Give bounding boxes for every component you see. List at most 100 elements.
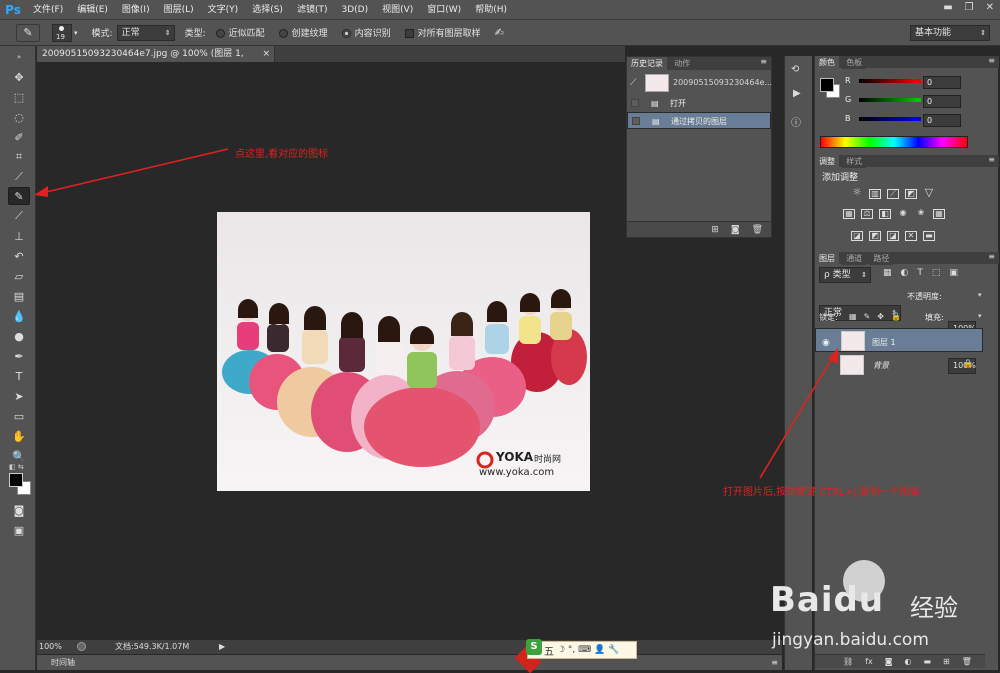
menu-file[interactable]: 文件(F) <box>26 0 70 20</box>
pixel-filter-icon[interactable]: ▦ <box>883 268 892 278</box>
lock-all-icon[interactable]: 🔒 <box>891 312 901 321</box>
menu-view[interactable]: 视图(V) <box>375 0 420 20</box>
info-panel-icon[interactable]: ⓘ <box>791 114 801 129</box>
tab-channels[interactable]: 通道 <box>842 252 867 265</box>
tab-styles[interactable]: 样式 <box>842 155 867 168</box>
tab-adjustments[interactable]: 调整 <box>815 155 839 168</box>
tab-layers[interactable]: 图层 <box>815 252 839 265</box>
mode-select[interactable]: 正常 ⇕ <box>116 24 175 41</box>
close-icon[interactable]: ✕ <box>986 2 994 13</box>
lasso-tool-icon[interactable]: ◌ <box>8 108 30 126</box>
menu-edit[interactable]: 编辑(E) <box>70 0 115 20</box>
black-white-icon[interactable]: ◧ <box>879 209 891 219</box>
ime-toolbar[interactable]: S 五 ☽ °, ⌨ 👤 🔧 <box>526 639 637 659</box>
trash-icon[interactable]: 🗑 <box>752 222 763 237</box>
crop-tool-icon[interactable]: ⌗ <box>8 148 30 166</box>
smart-filter-icon[interactable]: ▣ <box>949 268 958 278</box>
ime-symbols[interactable]: ☽ °, ⌨ 👤 🔧 <box>557 645 619 655</box>
menu-select[interactable]: 选择(S) <box>245 0 290 20</box>
sample-all-layers-checkbox[interactable]: 对所有图层取样 <box>404 26 481 39</box>
r-value[interactable]: 0 <box>923 76 961 89</box>
vibrance-icon[interactable]: ▽ <box>923 187 935 199</box>
levels-icon[interactable]: ▥ <box>869 189 881 199</box>
eyedropper-tool-icon[interactable]: ⟋ <box>8 168 30 186</box>
lock-transparent-icon[interactable]: ▦ <box>849 312 857 321</box>
document-image[interactable]: YOKA 时尚网 www.yoka.com <box>217 212 590 491</box>
posterize-icon[interactable]: ◩ <box>869 231 881 241</box>
exposure-icon[interactable]: ◩ <box>905 189 917 199</box>
collapse-icon[interactable]: » <box>8 52 30 62</box>
hue-saturation-icon[interactable]: ▦ <box>843 209 855 219</box>
screen-mode-icon[interactable]: ▣ <box>8 521 30 539</box>
eraser-tool-icon[interactable]: ▱ <box>8 267 30 285</box>
tab-paths[interactable]: 路径 <box>869 252 894 265</box>
quick-mask-icon[interactable]: ◙ <box>8 501 30 519</box>
shape-tool-icon[interactable]: ▭ <box>8 407 30 425</box>
radio-texture[interactable]: 创建纹理 <box>278 26 328 39</box>
photo-filter-icon[interactable]: ◉ <box>897 209 909 219</box>
gradient-tool-icon[interactable]: ▤ <box>8 287 30 305</box>
history-row[interactable]: ▤ 通过拷贝的图层 <box>627 112 771 129</box>
tab-history[interactable]: 历史记录 <box>627 57 667 70</box>
radio-content-aware[interactable]: 内容识别 <box>341 26 391 39</box>
move-tool-icon[interactable]: ✥ <box>8 68 30 86</box>
radio-proximity[interactable]: 近似匹配 <box>215 26 265 39</box>
foreground-color-swatch[interactable] <box>820 78 834 92</box>
history-row[interactable]: ▤ 打开 <box>627 95 771 112</box>
curves-icon[interactable]: ⟋ <box>887 189 899 199</box>
tab-color[interactable]: 颜色 <box>815 56 839 69</box>
menu-type[interactable]: 文字(Y) <box>201 0 246 20</box>
pen-tool-icon[interactable]: ✒ <box>8 347 30 365</box>
blur-tool-icon[interactable]: 💧 <box>8 307 30 325</box>
g-value[interactable]: 0 <box>923 95 961 108</box>
r-slider[interactable] <box>859 79 921 83</box>
spot-healing-brush-tool-icon[interactable]: ✎ <box>8 187 30 205</box>
actions-panel-icon[interactable]: ▶ <box>793 88 801 99</box>
default-colors-icon[interactable]: ◧ ⇆ <box>9 463 24 471</box>
document-tab[interactable]: 20090515093230464e7.jpg @ 100% (图层 1, RG… <box>37 46 275 75</box>
status-info-icon[interactable] <box>77 642 86 651</box>
new-document-icon[interactable]: ⊞ <box>711 222 719 237</box>
selective-color-icon[interactable]: ✕ <box>905 231 917 241</box>
panel-menu-icon[interactable]: ≡ <box>988 56 995 65</box>
brightness-icon[interactable]: ☼ <box>851 188 863 199</box>
camera-icon[interactable]: ◙ <box>731 222 740 237</box>
type-filter-icon[interactable]: T <box>917 268 923 278</box>
opacity-dropdown-icon[interactable]: ▾ <box>978 291 982 299</box>
shape-filter-icon[interactable]: ⬚ <box>932 268 941 278</box>
menu-help[interactable]: 帮助(H) <box>468 0 514 20</box>
layer-filter-select[interactable]: ρ 类型 ⇕ <box>819 267 871 283</box>
ime-mode[interactable]: 五 <box>544 643 554 658</box>
menu-3d[interactable]: 3D(D) <box>334 0 375 20</box>
menu-window[interactable]: 窗口(W) <box>420 0 468 20</box>
foreground-color-swatch[interactable] <box>9 473 23 487</box>
color-spectrum[interactable] <box>820 136 968 148</box>
layer-row[interactable]: ◉ 图层 1 <box>815 328 983 352</box>
b-slider[interactable] <box>859 117 921 121</box>
layer-row[interactable]: 背景 🔒 <box>815 353 983 377</box>
tool-preset-picker[interactable]: ✎ <box>16 23 40 42</box>
b-value[interactable]: 0 <box>923 114 961 127</box>
eye-visibility-icon[interactable]: ◉ <box>822 336 830 350</box>
menu-filter[interactable]: 滤镜(T) <box>290 0 335 20</box>
menu-image[interactable]: 图像(I) <box>115 0 157 20</box>
pressure-icon[interactable]: ✍ <box>495 26 504 39</box>
gradient-map-icon[interactable]: ▬ <box>923 231 935 241</box>
channel-mixer-icon[interactable]: ❀ <box>915 209 927 219</box>
tab-swatches[interactable]: 色板 <box>842 56 867 69</box>
g-slider[interactable] <box>859 98 921 102</box>
history-panel-icon[interactable]: ⟲ <box>791 64 807 78</box>
history-brush-tool-icon[interactable]: ↶ <box>8 247 30 265</box>
invert-icon[interactable]: ◪ <box>851 231 863 241</box>
history-snapshot[interactable]: ⟋ 20090515093230464e... <box>627 71 772 97</box>
panel-menu-icon[interactable]: ≡ <box>988 252 995 261</box>
threshold-icon[interactable]: ◪ <box>887 231 899 241</box>
type-tool-icon[interactable]: T <box>8 367 30 385</box>
tab-actions[interactable]: 动作 <box>670 57 695 70</box>
panel-menu-icon[interactable]: ≡ <box>760 57 767 66</box>
minimize-icon[interactable]: ▬ <box>943 2 952 13</box>
path-select-tool-icon[interactable]: ➤ <box>8 387 30 405</box>
panel-menu-icon[interactable]: ≡ <box>988 155 995 164</box>
workspace-select[interactable]: 基本功能 ⇕ <box>910 25 990 41</box>
close-tab-icon[interactable]: × <box>262 46 270 62</box>
